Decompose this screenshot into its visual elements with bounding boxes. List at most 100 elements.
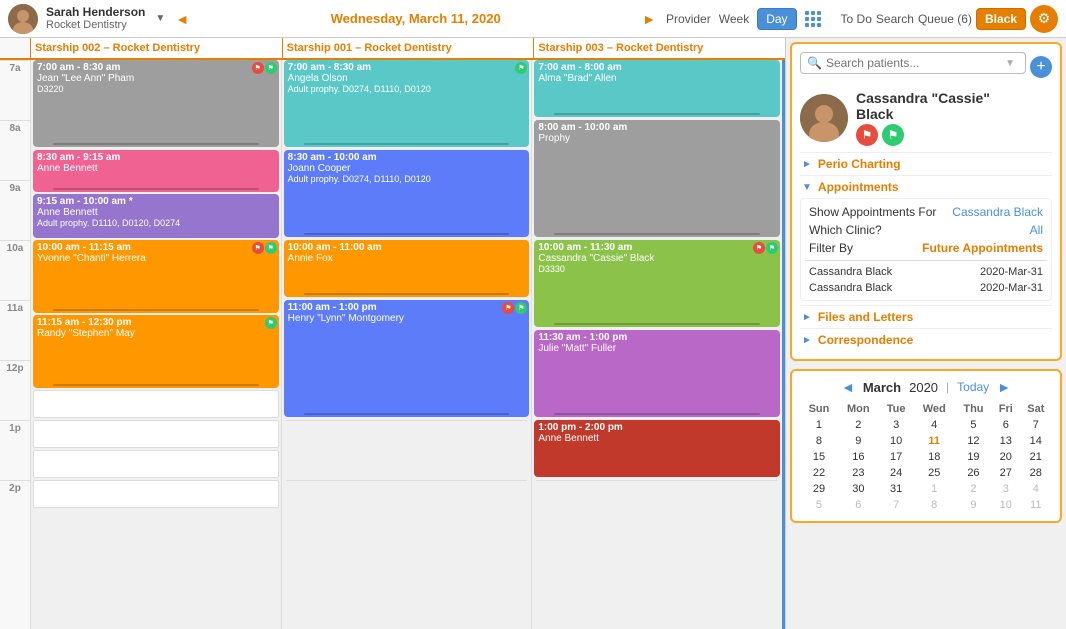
- cal-day-5-2[interactable]: 7: [879, 497, 914, 513]
- cal-day-1-1[interactable]: 9: [838, 433, 879, 449]
- appointments-arrow-icon: ▼: [802, 182, 812, 193]
- cal-day-4-5[interactable]: 3: [992, 481, 1020, 497]
- empty-slot-a8[interactable]: [33, 450, 279, 478]
- cal-day-0-3[interactable]: 4: [914, 417, 955, 433]
- cal-day-2-4[interactable]: 19: [955, 449, 992, 465]
- main-content: Starship 002 – Rocket Dentistry Starship…: [0, 38, 1066, 629]
- appointment-a4[interactable]: ⚑ ⚑ 10:00 am - 11:15 am Yvonne "Chanti" …: [33, 240, 279, 313]
- cal-day-5-5[interactable]: 10: [992, 497, 1020, 513]
- cal-day-1-2[interactable]: 10: [879, 433, 914, 449]
- cal-day-2-0[interactable]: 15: [800, 449, 838, 465]
- appointments-section-header[interactable]: ▼ Appointments: [800, 175, 1052, 198]
- time-label-12p: 12p: [0, 360, 30, 420]
- cal-day-5-6[interactable]: 11: [1020, 497, 1052, 513]
- cal-day-0-0[interactable]: 1: [800, 417, 838, 433]
- search-button[interactable]: Search: [876, 12, 914, 26]
- search-dropdown-icon[interactable]: ▼: [1005, 58, 1015, 69]
- empty-slot-a6[interactable]: [33, 390, 279, 418]
- cal-day-3-0[interactable]: 22: [800, 465, 838, 481]
- cal-day-4-2[interactable]: 31: [879, 481, 914, 497]
- appointment-c1[interactable]: 7:00 am - 8:00 am Alma "Brad" Allen: [534, 60, 780, 117]
- appointment-a1[interactable]: ⚑ ⚑ 7:00 am - 8:30 am Jean "Lee Ann" Pha…: [33, 60, 279, 147]
- appointment-b1[interactable]: ⚑ 7:00 am - 8:30 am Angela Olson Adult p…: [284, 60, 530, 147]
- cal-day-4-0[interactable]: 29: [800, 481, 838, 497]
- cal-day-0-4[interactable]: 5: [955, 417, 992, 433]
- appointment-c5[interactable]: 1:00 pm - 2:00 pm Anne Bennett: [534, 420, 780, 477]
- cal-day-5-0[interactable]: 5: [800, 497, 838, 513]
- cal-day-0-6[interactable]: 7: [1020, 417, 1052, 433]
- appointment-b3[interactable]: 10:00 am - 11:00 am Annie Fox: [284, 240, 530, 297]
- cal-day-1-5[interactable]: 13: [992, 433, 1020, 449]
- appt-bottom-b1: [304, 143, 510, 145]
- grid-view-button[interactable]: [805, 11, 821, 27]
- appointment-c2[interactable]: 8:00 am - 10:00 am Prophy: [534, 120, 780, 237]
- cal-day-4-6[interactable]: 4: [1020, 481, 1052, 497]
- next-month-button[interactable]: ►: [997, 379, 1011, 395]
- cal-day-3-4[interactable]: 26: [955, 465, 992, 481]
- cal-day-0-5[interactable]: 6: [992, 417, 1020, 433]
- cal-day-4-4[interactable]: 2: [955, 481, 992, 497]
- week-view-button[interactable]: Week: [719, 12, 749, 26]
- cal-day-0-2[interactable]: 3: [879, 417, 914, 433]
- perio-charting-section[interactable]: ► Perio Charting: [800, 152, 1052, 175]
- appointment-b2[interactable]: 8:30 am - 10:00 am Joann Cooper Adult pr…: [284, 150, 530, 237]
- filter-by-value[interactable]: Future Appointments: [922, 241, 1043, 255]
- prev-date-button[interactable]: ◄: [175, 11, 189, 27]
- appointment-entry-2[interactable]: Cassandra Black 2020-Mar-31: [805, 280, 1047, 296]
- patient-search-input[interactable]: [826, 56, 1001, 70]
- add-patient-button[interactable]: +: [1030, 56, 1052, 78]
- user-avatar[interactable]: [8, 4, 38, 34]
- cal-day-2-6[interactable]: 21: [1020, 449, 1052, 465]
- today-button[interactable]: Today: [957, 380, 989, 394]
- correspondence-section[interactable]: ► Correspondence: [800, 328, 1052, 351]
- appointment-a5[interactable]: ⚑ 11:15 am - 12:30 pm Randy "Stephen" Ma…: [33, 315, 279, 388]
- cal-day-1-4[interactable]: 12: [955, 433, 992, 449]
- day-view-button[interactable]: Day: [757, 8, 796, 30]
- patient-flag-red[interactable]: ⚑: [856, 124, 878, 146]
- appt-patient-a3: Anne Bennett: [37, 207, 275, 218]
- cal-header-mon: Mon: [838, 401, 879, 417]
- cal-day-3-1[interactable]: 23: [838, 465, 879, 481]
- files-letters-section[interactable]: ► Files and Letters: [800, 305, 1052, 328]
- cal-day-1-3[interactable]: 11: [914, 433, 955, 449]
- appointment-a3[interactable]: 9:15 am - 10:00 am * Anne Bennett Adult …: [33, 194, 279, 238]
- cal-day-1-0[interactable]: 8: [800, 433, 838, 449]
- cal-day-2-5[interactable]: 20: [992, 449, 1020, 465]
- cal-day-3-3[interactable]: 25: [914, 465, 955, 481]
- cal-day-2-2[interactable]: 17: [879, 449, 914, 465]
- cal-day-2-3[interactable]: 18: [914, 449, 955, 465]
- appointment-a2[interactable]: 8:30 am - 9:15 am Anne Bennett: [33, 150, 279, 192]
- appointment-c3[interactable]: ⚑ ⚑ 10:00 am - 11:30 am Cassandra "Cassi…: [534, 240, 780, 327]
- provider-view-button[interactable]: Provider: [666, 12, 711, 26]
- flag-red-a1: ⚑: [252, 62, 264, 74]
- cal-day-4-3[interactable]: 1: [914, 481, 955, 497]
- clinic-name-0: Starship 002 – Rocket Dentistry: [35, 42, 278, 54]
- next-date-button[interactable]: ►: [642, 11, 656, 27]
- user-menu-button[interactable]: ⚙: [1030, 5, 1058, 33]
- cal-day-2-1[interactable]: 16: [838, 449, 879, 465]
- cal-day-5-4[interactable]: 9: [955, 497, 992, 513]
- cal-day-3-5[interactable]: 27: [992, 465, 1020, 481]
- todo-button[interactable]: To Do: [841, 12, 872, 26]
- appointment-b4[interactable]: ⚑ ⚑ 11:00 am - 1:00 pm Henry "Lynn" Mont…: [284, 300, 530, 417]
- show-for-value[interactable]: Cassandra Black: [952, 205, 1043, 219]
- user-dropdown-icon[interactable]: ▼: [155, 13, 165, 24]
- cal-day-0-1[interactable]: 2: [838, 417, 879, 433]
- cal-day-3-2[interactable]: 24: [879, 465, 914, 481]
- cal-day-4-1[interactable]: 30: [838, 481, 879, 497]
- appointment-entry-1[interactable]: Cassandra Black 2020-Mar-31: [805, 264, 1047, 280]
- black-button[interactable]: Black: [976, 8, 1026, 30]
- queue-button[interactable]: Queue (6): [918, 12, 972, 26]
- patient-flag-green[interactable]: ⚑: [882, 124, 904, 146]
- prev-month-button[interactable]: ◄: [841, 379, 855, 395]
- which-clinic-value[interactable]: All: [1030, 223, 1043, 237]
- patient-search-bar[interactable]: 🔍 ▼: [800, 52, 1026, 74]
- cal-day-5-1[interactable]: 6: [838, 497, 879, 513]
- appointment-c4[interactable]: 11:30 am - 1:00 pm Julie "Matt" Fuller: [534, 330, 780, 417]
- cal-day-1-6[interactable]: 14: [1020, 433, 1052, 449]
- correspondence-arrow-icon: ►: [802, 335, 812, 346]
- empty-slot-a9[interactable]: [33, 480, 279, 508]
- empty-slot-a7[interactable]: [33, 420, 279, 448]
- cal-day-5-3[interactable]: 8: [914, 497, 955, 513]
- cal-day-3-6[interactable]: 28: [1020, 465, 1052, 481]
